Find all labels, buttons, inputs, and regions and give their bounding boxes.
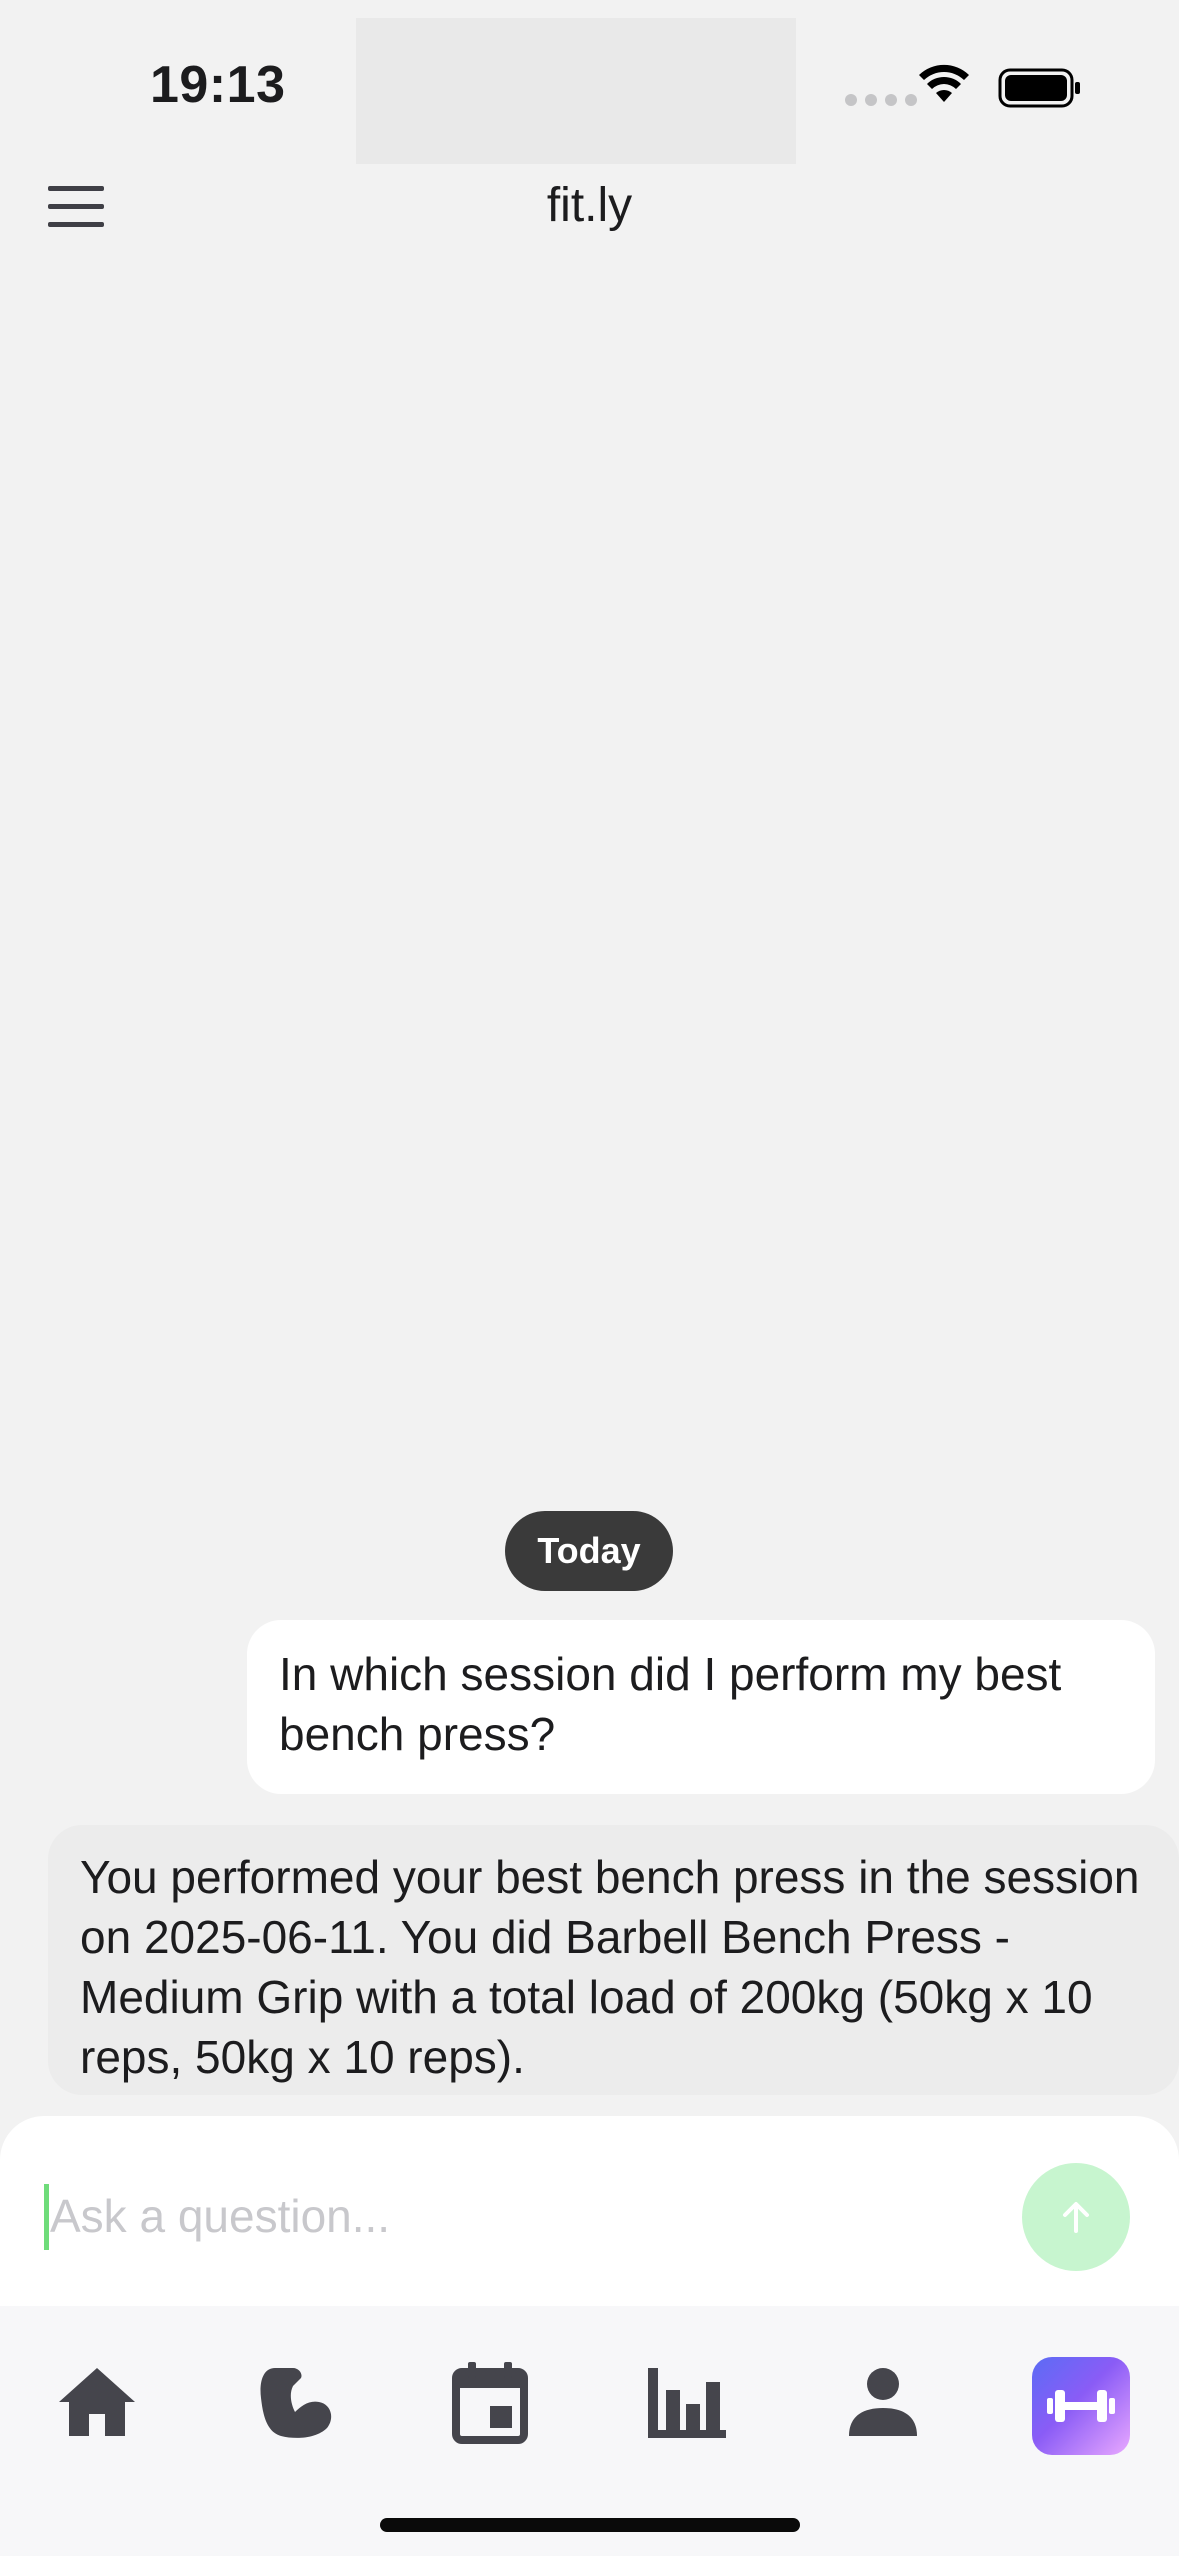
date-separator: Today bbox=[505, 1511, 673, 1591]
bar-chart-icon bbox=[648, 2368, 726, 2438]
question-input[interactable] bbox=[50, 2178, 980, 2254]
tab-profile[interactable] bbox=[833, 2352, 933, 2452]
wifi-icon bbox=[919, 64, 969, 102]
tab-calendar[interactable] bbox=[440, 2352, 540, 2452]
assistant-message: You performed your best bench press in t… bbox=[48, 1825, 1179, 2095]
tab-home[interactable] bbox=[47, 2352, 147, 2452]
text-caret bbox=[44, 2184, 49, 2250]
person-icon bbox=[849, 2368, 917, 2436]
dumbbell-icon bbox=[1047, 2390, 1115, 2422]
tab-exercises[interactable] bbox=[245, 2352, 345, 2452]
tab-statistics[interactable] bbox=[636, 2352, 736, 2452]
battery-icon bbox=[998, 68, 1080, 108]
home-icon bbox=[59, 2368, 135, 2436]
tab-workout[interactable] bbox=[1032, 2357, 1130, 2455]
muscle-icon bbox=[260, 2368, 332, 2438]
arrow-up-icon bbox=[1063, 2202, 1089, 2233]
user-message: In which session did I perform my best b… bbox=[247, 1620, 1155, 1794]
calendar-icon bbox=[452, 2362, 528, 2444]
home-indicator bbox=[380, 2518, 800, 2532]
send-button[interactable] bbox=[1022, 2163, 1130, 2271]
app-title: fit.ly bbox=[546, 179, 633, 232]
dynamic-island bbox=[356, 18, 796, 164]
cellular-signal-icon bbox=[845, 94, 917, 106]
status-time: 19:13 bbox=[150, 56, 286, 114]
